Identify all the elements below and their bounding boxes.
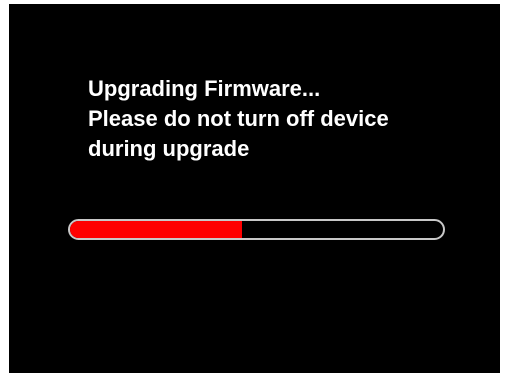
- upgrade-progress-fill: [70, 221, 242, 238]
- device-screen: Upgrading Firmware... Please do not turn…: [9, 4, 500, 373]
- upgrade-progress-bar: [68, 219, 445, 240]
- message-line-title: Upgrading Firmware...: [88, 76, 321, 101]
- upgrade-message: Upgrading Firmware... Please do not turn…: [88, 74, 389, 164]
- message-line-warning: Please do not turn off device: [88, 106, 389, 131]
- message-line-warning-cont: during upgrade: [88, 136, 250, 161]
